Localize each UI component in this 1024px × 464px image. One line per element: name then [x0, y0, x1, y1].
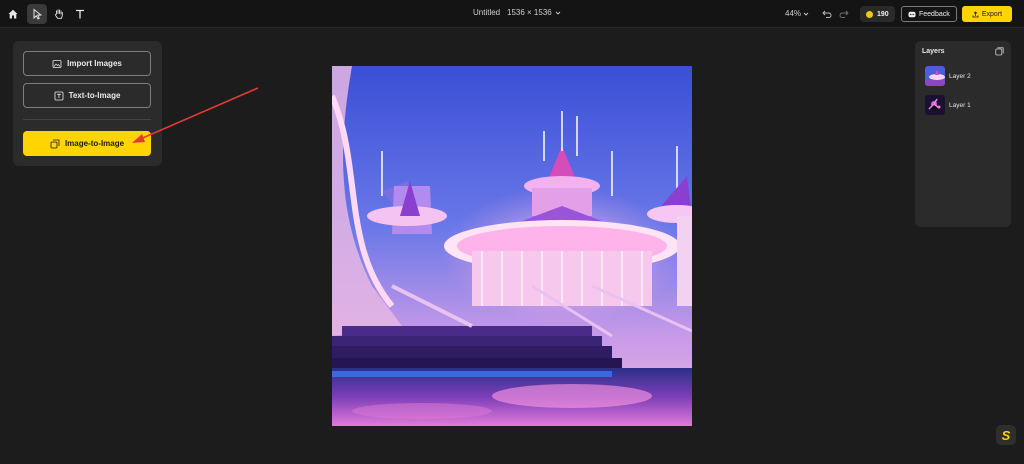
feedback-button[interactable]: Feedback: [901, 6, 957, 22]
image-to-image-button[interactable]: Image-to-Image: [23, 131, 151, 156]
export-icon: [972, 10, 979, 17]
export-button[interactable]: Export: [962, 6, 1012, 22]
top-toolbar: Untitled 1536 × 1536 44% 190 Feedback Ex…: [0, 0, 1024, 28]
chevron-down-icon: [555, 11, 561, 15]
canvas-image[interactable]: [332, 66, 692, 426]
chevron-down-icon: [803, 12, 809, 16]
document-size-dropdown[interactable]: 1536 × 1536: [507, 8, 561, 17]
amusement-park-image: [332, 66, 692, 426]
layers-panel: Layers Layer 2 Layer 1: [915, 41, 1011, 227]
text-box-icon: [54, 91, 63, 100]
hand-pan-icon[interactable]: [49, 4, 69, 24]
zoom-dropdown[interactable]: 44%: [785, 9, 809, 18]
export-label: Export: [981, 10, 1003, 18]
panel-divider: [23, 119, 151, 120]
layer-item[interactable]: Layer 1: [925, 94, 1005, 116]
zoom-level: 44%: [785, 9, 802, 18]
image-to-image-label: Image-to-Image: [64, 139, 125, 148]
text-to-image-label: Text-to-Image: [68, 91, 121, 100]
home-icon[interactable]: [3, 4, 23, 24]
add-layer-icon[interactable]: [995, 47, 1004, 56]
image-upload-icon: [52, 59, 62, 68]
import-images-label: Import Images: [67, 59, 122, 68]
text-tool-icon[interactable]: [70, 4, 90, 24]
coin-icon: [866, 10, 873, 18]
discord-icon: [908, 11, 916, 17]
credits-badge[interactable]: 190: [860, 6, 895, 22]
document-title[interactable]: Untitled: [473, 8, 500, 17]
generation-panel: Import Images Text-to-Image Image-to-Ima…: [13, 41, 162, 166]
layers-title: Layers: [922, 48, 945, 55]
feedback-label: Feedback: [919, 10, 950, 18]
layer-item[interactable]: Layer 2: [925, 65, 1005, 87]
assistant-button[interactable]: S: [996, 425, 1016, 445]
import-images-button[interactable]: Import Images: [23, 51, 151, 76]
redo-icon[interactable]: [838, 8, 850, 20]
image-stack-icon: [50, 139, 60, 148]
credits-count: 190: [877, 10, 889, 18]
undo-icon[interactable]: [821, 8, 833, 20]
document-size-label: 1536 × 1536: [507, 8, 552, 17]
layer-label: Layer 1: [949, 101, 971, 109]
layer-thumbnail: [925, 95, 945, 115]
text-to-image-button[interactable]: Text-to-Image: [23, 83, 151, 108]
layer-label: Layer 2: [949, 72, 971, 80]
select-cursor-icon[interactable]: [27, 4, 47, 24]
layer-thumbnail: [925, 66, 945, 86]
